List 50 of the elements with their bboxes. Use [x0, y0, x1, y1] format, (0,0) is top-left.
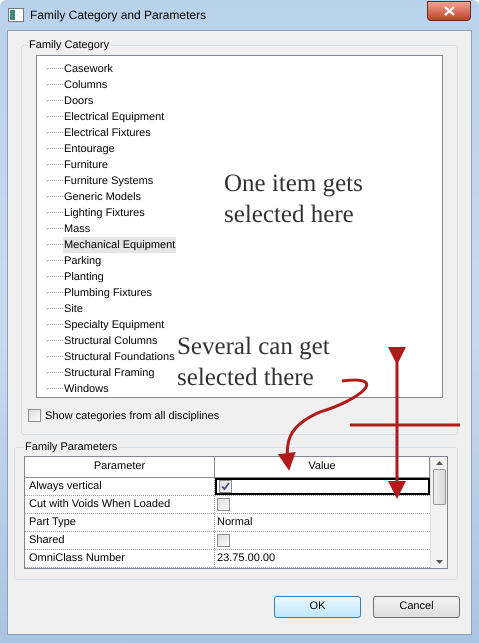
close-icon — [444, 6, 454, 16]
column-header: Parameter — [25, 456, 215, 478]
category-item[interactable]: Furniture — [63, 156, 110, 172]
category-item[interactable]: Furniture Systems — [63, 172, 154, 188]
scrollbar[interactable] — [430, 456, 447, 568]
app-icon — [8, 8, 24, 22]
checkbox[interactable] — [28, 409, 41, 422]
category-item[interactable]: Electrical Equipment — [63, 108, 166, 124]
table-cell: Cut with Voids When Loaded — [25, 496, 215, 512]
category-item[interactable]: Parking — [63, 252, 102, 268]
scroll-thumb[interactable] — [432, 469, 446, 505]
table-cell[interactable] — [215, 478, 430, 494]
dialog-button[interactable]: Cancel — [373, 596, 460, 618]
table-cell: Part Type — [25, 514, 215, 530]
category-item[interactable]: Site — [63, 300, 84, 316]
close-button[interactable] — [427, 1, 471, 21]
checkbox-label: Show categories from all disciplines — [45, 408, 220, 424]
group-label: Family Category — [28, 38, 110, 53]
annotation-text: Several can get selected there — [177, 332, 331, 393]
category-item[interactable]: Casework — [63, 60, 114, 76]
table-cell[interactable]: 23.75.00.00 — [215, 550, 430, 566]
category-item[interactable]: Lighting Fixtures — [63, 204, 146, 220]
category-item[interactable]: Electrical Fixtures — [63, 124, 152, 140]
group-label: Family Parameters — [24, 440, 118, 455]
category-item[interactable]: Specialty Equipment — [63, 316, 166, 332]
category-item[interactable]: Structural Foundations — [63, 348, 176, 364]
category-item[interactable]: Mechanical Equipment — [63, 236, 176, 252]
checkbox[interactable] — [217, 498, 230, 510]
category-item[interactable]: Entourage — [63, 140, 116, 156]
table-cell: Shared — [25, 532, 215, 548]
checkbox[interactable] — [217, 534, 230, 546]
category-item[interactable]: Planting — [63, 268, 105, 284]
category-item[interactable]: Windows — [63, 380, 110, 396]
category-item[interactable]: Columns — [63, 76, 108, 92]
category-item[interactable]: Doors — [63, 92, 94, 108]
category-item[interactable]: Plumbing Fixtures — [63, 284, 154, 300]
column-header: Value — [215, 456, 430, 478]
checkbox[interactable] — [219, 480, 232, 492]
scroll-down-icon[interactable] — [436, 560, 442, 564]
window-title: Family Category and Parameters — [30, 7, 206, 24]
scroll-up-icon[interactable] — [436, 460, 442, 464]
category-item[interactable]: Structural Framing — [63, 364, 156, 380]
category-item[interactable]: Mass — [63, 220, 92, 236]
table-cell[interactable]: Normal — [215, 514, 430, 530]
annotation-text: One item gets selected here — [224, 169, 364, 230]
table-cell: Always vertical — [25, 478, 215, 494]
dialog-button[interactable]: OK — [274, 596, 361, 618]
category-item[interactable]: Structural Columns — [63, 332, 159, 348]
category-item[interactable]: Generic Models — [63, 188, 142, 204]
table-cell: OmniClass Number — [25, 550, 215, 566]
